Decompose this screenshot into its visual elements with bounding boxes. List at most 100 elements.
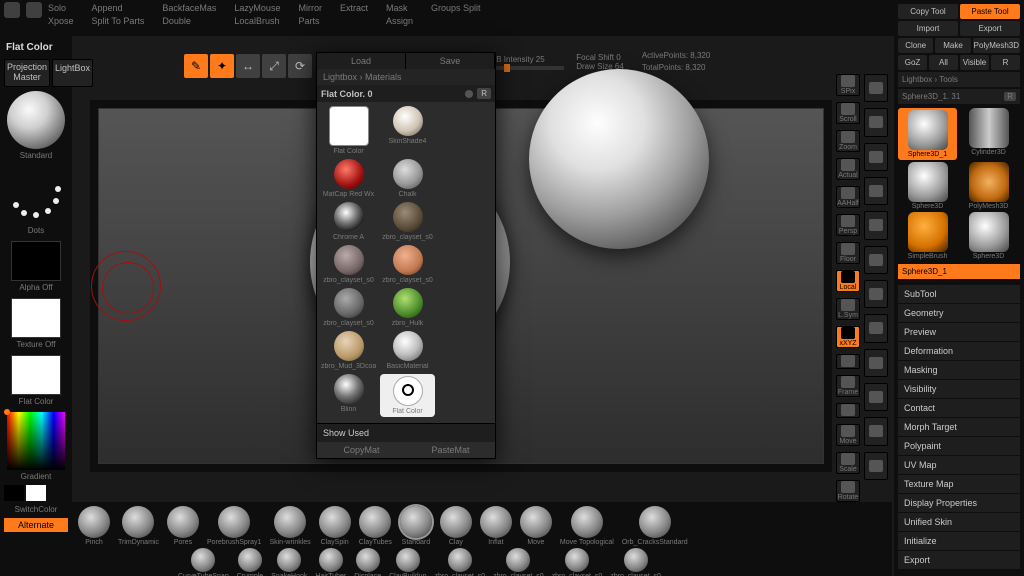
top-menu-item[interactable]: Extract xyxy=(340,2,368,27)
show-used-button[interactable]: Show Used xyxy=(317,423,495,442)
material-thumb[interactable] xyxy=(11,355,61,395)
brush-thumb[interactable]: Inflat xyxy=(480,506,512,546)
accordion-item[interactable]: Initialize xyxy=(898,532,1020,550)
lightbox-button[interactable]: LightBox xyxy=(52,59,93,87)
nav-slot[interactable] xyxy=(864,383,888,411)
save-button[interactable]: Save xyxy=(406,53,495,69)
brush-thumb[interactable]: ClaySpin xyxy=(319,506,351,546)
collapse-icon[interactable] xyxy=(465,90,473,98)
top-menu-item[interactable]: Groups Split xyxy=(431,2,481,27)
material-swatch[interactable]: zbro_clayset_s0 xyxy=(380,202,435,241)
brush-thumb[interactable]: Move Topological xyxy=(560,506,614,546)
brush-thumb[interactable]: Pinch xyxy=(78,506,110,546)
xpose-icon[interactable] xyxy=(26,2,42,18)
color-picker[interactable] xyxy=(7,412,65,470)
nav-frame[interactable]: Frame xyxy=(836,375,860,397)
material-swatch[interactable]: zbro_clayset_s0 xyxy=(321,288,376,327)
material-swatch[interactable]: SkinShade4 xyxy=(380,106,435,155)
nav-slot[interactable] xyxy=(864,314,888,342)
move-button[interactable]: ↔ xyxy=(236,54,260,78)
nav-slot[interactable] xyxy=(864,143,888,171)
nav-slot[interactable] xyxy=(864,349,888,377)
material-swatch[interactable]: zbro_clayset_s0 xyxy=(380,245,435,284)
brush-thumb[interactable]: CurveTubeSnap xyxy=(178,548,229,576)
accordion-item[interactable]: Masking xyxy=(898,361,1020,379)
accordion-item[interactable]: UV Map xyxy=(898,456,1020,474)
brush-thumb[interactable]: Skin-wrinkles xyxy=(269,506,310,546)
stroke-preview-icon[interactable] xyxy=(7,166,65,224)
material-swatch[interactable]: zbro_Hulk xyxy=(380,288,435,327)
material-swatch[interactable]: MatCap Red Wx xyxy=(321,159,376,198)
tool-thumb[interactable]: SimpleBrush xyxy=(898,212,957,260)
pastemat-button[interactable]: PasteMat xyxy=(406,442,495,458)
nav-rotate[interactable]: Rotate xyxy=(836,480,860,502)
brush-thumb[interactable]: HairTuber xyxy=(315,548,346,576)
top-menu-item[interactable]: LazyMouseLocalBrush xyxy=(234,2,280,27)
accordion-item[interactable]: SubTool xyxy=(898,285,1020,303)
nav-actual[interactable]: Actual xyxy=(836,158,860,180)
nav-slot[interactable] xyxy=(864,417,888,445)
nav-slot[interactable] xyxy=(864,74,888,102)
accordion-item[interactable]: Morph Target xyxy=(898,418,1020,436)
solo-icon[interactable] xyxy=(4,2,20,18)
tool-thumb[interactable]: Sphere3D_1 xyxy=(898,108,957,160)
accordion-item[interactable]: Contact xyxy=(898,399,1020,417)
material-swatch[interactable]: Flat Color xyxy=(321,106,376,155)
nav-persp[interactable]: Persp xyxy=(836,214,860,236)
brush-thumb[interactable]: TrimDynamic xyxy=(118,506,159,546)
accordion-item[interactable]: Visibility xyxy=(898,380,1020,398)
material-swatch[interactable]: Flat Color xyxy=(380,374,435,417)
panel-button[interactable]: Export xyxy=(960,21,1020,36)
nav-zoom[interactable]: Zoom xyxy=(836,130,860,152)
panel-button[interactable]: PolyMesh3D xyxy=(973,38,1020,53)
tool-breadcrumb[interactable]: Lightbox › Tools xyxy=(898,72,1020,87)
top-menu-item[interactable]: AppendSplit To Parts xyxy=(92,2,145,27)
brush-thumb[interactable]: Standard xyxy=(400,506,432,546)
top-menu-item[interactable]: MirrorParts xyxy=(298,2,322,27)
brush-thumb[interactable]: SnakeHook xyxy=(271,548,307,576)
edit-button[interactable]: ✎ xyxy=(184,54,208,78)
panel-button[interactable]: Copy Tool xyxy=(898,4,958,19)
accordion-item[interactable]: Deformation xyxy=(898,342,1020,360)
top-menu-item[interactable]: MaskAssign xyxy=(386,2,413,27)
brush-thumb[interactable]: Displace xyxy=(354,548,381,576)
brush-thumb[interactable]: ClayBuildup xyxy=(389,548,426,576)
draw-button[interactable]: ✦ xyxy=(210,54,234,78)
sphere-mesh[interactable] xyxy=(529,69,709,249)
brush-thumb[interactable]: zbro_clayset_s0 xyxy=(552,548,603,576)
top-menu-item[interactable]: SoloXpose xyxy=(48,2,74,27)
nav-move[interactable]: Move xyxy=(836,424,860,446)
panel-button[interactable]: R xyxy=(991,55,1020,70)
rotate-button[interactable]: ⟳ xyxy=(288,54,312,78)
brush-thumb[interactable]: Crumple xyxy=(237,548,263,576)
accordion-item[interactable]: Preview xyxy=(898,323,1020,341)
nav-local[interactable]: Local xyxy=(836,270,860,292)
nav-l.sym[interactable]: L.Sym xyxy=(836,298,860,320)
nav-floor[interactable]: Floor xyxy=(836,242,860,264)
nav-slot[interactable] xyxy=(864,280,888,308)
tool-thumb[interactable]: Sphere3D xyxy=(959,212,1018,260)
brush-thumb[interactable]: Move xyxy=(520,506,552,546)
accordion-item[interactable]: Geometry xyxy=(898,304,1020,322)
panel-button[interactable]: Import xyxy=(898,21,958,36)
brush-thumb[interactable]: Clay xyxy=(440,506,472,546)
nav-aahalf[interactable]: AAHalf xyxy=(836,186,860,208)
brush-thumb[interactable]: PorebrushSpray1 xyxy=(207,506,261,546)
nav-slot[interactable] xyxy=(864,108,888,136)
projection-master-button[interactable]: Projection Master xyxy=(4,59,50,87)
panel-button[interactable]: GoZ xyxy=(898,55,927,70)
texture-thumb[interactable] xyxy=(11,298,61,338)
accordion-item[interactable]: Polypaint xyxy=(898,437,1020,455)
brush-thumb[interactable]: zbro_clayset_s0 xyxy=(610,548,661,576)
nav-scroll[interactable]: Scroll xyxy=(836,102,860,124)
tool-thumb[interactable]: Sphere3D xyxy=(898,162,957,210)
scale-button[interactable]: ⤢ xyxy=(262,54,286,78)
brush-thumb[interactable]: zbro_clayset_s0 xyxy=(493,548,544,576)
panel-button[interactable]: Clone xyxy=(898,38,933,53)
switch-swatches[interactable] xyxy=(4,485,68,501)
nav-spix[interactable]: SPix xyxy=(836,74,860,96)
accordion-item[interactable]: Display Properties xyxy=(898,494,1020,512)
alternate-button[interactable]: Alternate xyxy=(4,518,68,532)
brush-thumb[interactable]: Pores xyxy=(167,506,199,546)
panel-button[interactable]: All xyxy=(929,55,958,70)
